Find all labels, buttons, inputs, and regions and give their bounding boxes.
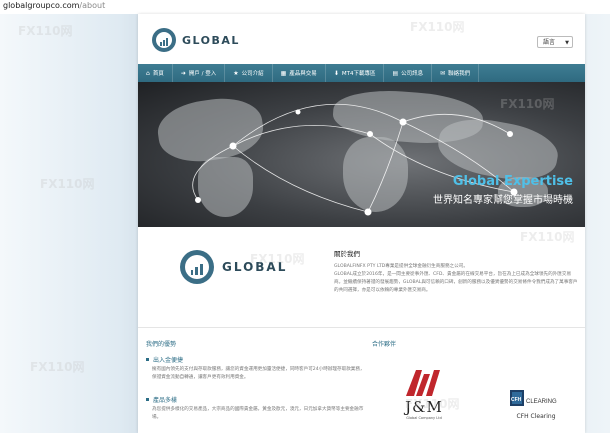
hero-banner: Global Expertise 世界知名專家幫您掌握市場時機 — [138, 82, 585, 227]
hero-subtitle: 世界知名專家幫您掌握市場時機 — [433, 195, 573, 206]
advantages-heading: 我們的優勢 — [146, 341, 177, 348]
nav-item-products[interactable]: ▦ 產品與交易 — [273, 64, 326, 82]
download-icon: ⬇ — [333, 69, 339, 77]
login-icon: ➜ — [180, 69, 186, 77]
nav-item-account[interactable]: ➜ 開戶 / 登入 — [173, 64, 226, 82]
feature-text: 擁有國內領先的支付與存取款服務，讓您的資金運用更加靈活便捷，同時客戶可24小時辦… — [152, 367, 365, 380]
cfh-logo-icon: CLEARING CFH — [509, 387, 564, 409]
partners-heading: 合作夥伴 — [372, 341, 397, 348]
cfh-name: CFH Clearing — [516, 413, 556, 420]
jm-logo-icon — [404, 368, 444, 398]
watermark: FX110网 — [30, 360, 85, 374]
nav-label: 公司訊息 — [401, 71, 424, 77]
about-heading: 關於我們 — [334, 250, 360, 258]
language-select[interactable]: 語言 ▼ — [537, 36, 573, 48]
nav-label: 公司介紹 — [241, 71, 264, 77]
about-text: GLOBALFINFX PTY LTD專業是提供全球金融衍生商服務之公司。 GL… — [334, 263, 578, 295]
about-logo: GLOBAL — [180, 250, 287, 284]
language-select-label: 語言 — [543, 39, 556, 46]
feature-heading: 出入金便捷 — [146, 355, 183, 364]
bullet-icon — [146, 358, 149, 361]
feature-text: 為您提供多樣化的交易產品，大宗商品的國際貴金屬，黃金及歐元，澳元，日元加拿大貨幣… — [152, 407, 364, 420]
section-divider — [138, 327, 585, 328]
main-nav: ⌂ 首頁 ➜ 開戶 / 登入 ★ 公司介紹 ▦ 產品與交易 ⬇ MT4下載專區 ▤ 公司訊息… — [138, 64, 585, 82]
logo-emblem-icon — [152, 28, 176, 52]
nav-label: MT4下載專區 — [341, 71, 376, 77]
about-paragraph: GLOBAL成立於2016年，是一間主要從事外匯、CFD、貴金屬的在線交易平台，… — [334, 272, 578, 293]
partner-jm[interactable]: J&M Global Company Ltd — [394, 368, 454, 420]
jm-name: J&M — [405, 398, 443, 416]
watermark: FX110网 — [40, 177, 95, 191]
nav-label: 首頁 — [152, 71, 164, 77]
logo-text: GLOBAL — [182, 33, 240, 47]
logo-emblem-icon — [180, 250, 214, 284]
hero-title: Global Expertise — [452, 174, 573, 189]
home-icon: ⌂ — [146, 69, 150, 77]
chart-icon: ▦ — [280, 69, 287, 77]
about-logo-text: GLOBAL — [222, 260, 288, 274]
news-icon: ▤ — [392, 69, 399, 77]
feature-heading: 產品多樣 — [146, 395, 177, 404]
page: GLOBAL 語言 ▼ ⌂ 首頁 ➜ 開戶 / 登入 ★ 公司介紹 ▦ 產品與交易 ⬇ M… — [138, 14, 585, 433]
nav-item-mt4[interactable]: ⬇ MT4下載專區 — [326, 64, 385, 82]
svg-text:CLEARING: CLEARING — [526, 399, 557, 405]
nav-item-home[interactable]: ⌂ 首頁 — [138, 64, 173, 82]
nav-item-news[interactable]: ▤ 公司訊息 — [384, 64, 433, 82]
about-paragraph: GLOBALFINFX PTY LTD專業是提供全球金融衍生商服務之公司。 — [334, 264, 468, 269]
nav-label: 開戶 / 登入 — [188, 71, 217, 77]
url-text[interactable]: globalgroupco.com/about — [3, 1, 105, 10]
contact-icon: ✉ — [440, 69, 446, 77]
partner-cfh[interactable]: CLEARING CFH CFH Clearing — [504, 387, 568, 420]
address-bar[interactable]: globalgroupco.com/about — [0, 0, 610, 14]
star-icon: ★ — [233, 69, 239, 77]
site-logo[interactable]: GLOBAL — [152, 28, 240, 52]
nav-label: 產品與交易 — [289, 71, 317, 77]
jm-tagline: Global Company Ltd — [406, 416, 442, 420]
svg-text:CFH: CFH — [511, 397, 522, 403]
nav-label: 聯絡我們 — [448, 71, 471, 77]
watermark: FX110网 — [18, 24, 73, 38]
nav-item-contact[interactable]: ✉ 聯絡我們 — [432, 64, 480, 82]
chevron-down-icon: ▼ — [565, 40, 569, 46]
bullet-icon — [146, 398, 149, 401]
nav-item-about[interactable]: ★ 公司介紹 — [225, 64, 273, 82]
